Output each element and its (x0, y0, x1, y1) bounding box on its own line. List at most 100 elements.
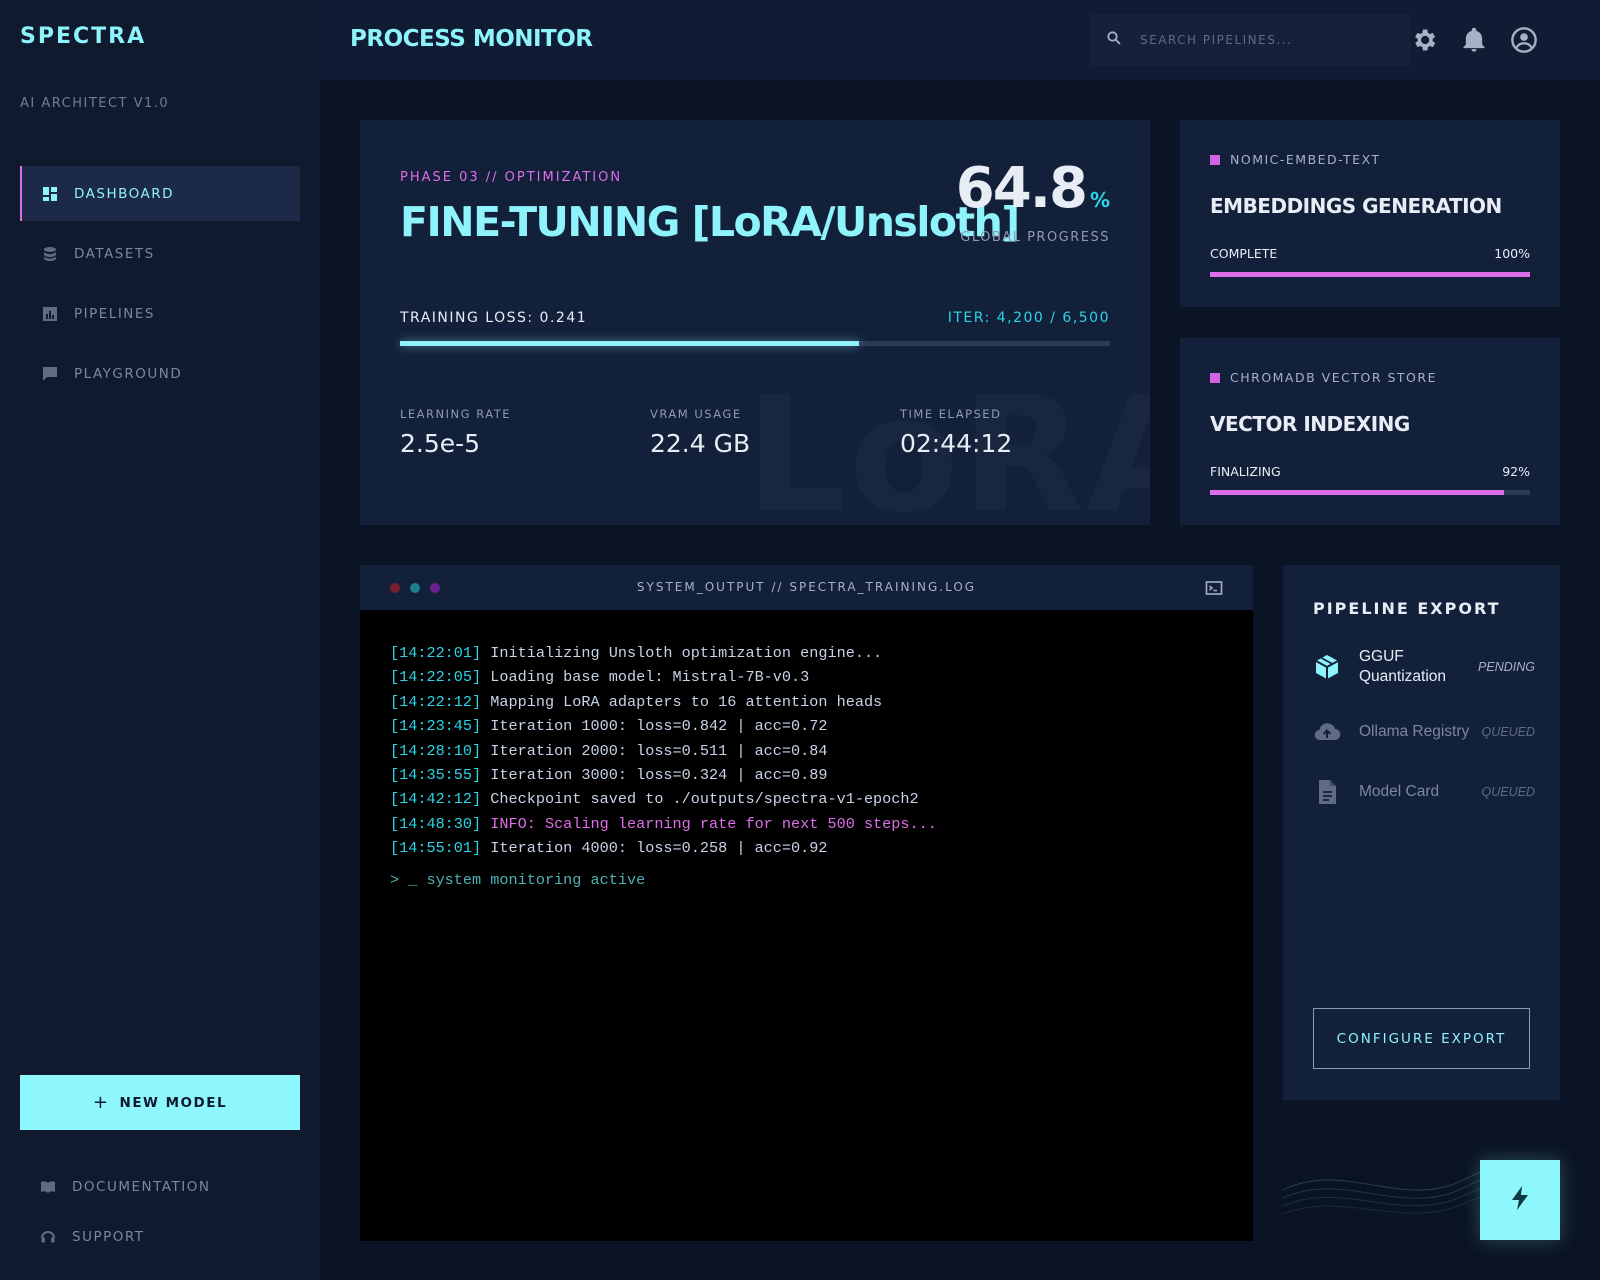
top-header: PROCESS MONITOR (320, 0, 1600, 80)
documentation-link[interactable]: DOCUMENTATION (40, 1176, 210, 1198)
terminal-prompt[interactable]: > _ system monitoring active (390, 871, 937, 889)
log-timestamp: [14:22:01] (390, 644, 482, 662)
export-item-name: Ollama Registry (1359, 723, 1470, 740)
card-tag: NOMIC-EMBED-TEXT (1210, 152, 1381, 167)
sidebar-item-dashboard[interactable]: DASHBOARD (20, 166, 300, 221)
version-label: AI ARCHITECT V1.0 (20, 96, 170, 111)
phase-label: PHASE 03 // OPTIMIZATION (400, 170, 623, 185)
log-line: [14:22:01] Initializing Unsloth optimiza… (390, 641, 937, 665)
training-progress-fill (400, 341, 859, 346)
export-item-model-card[interactable]: Model Card QUEUED (1313, 778, 1535, 806)
sidebar-item-label: DASHBOARD (74, 185, 175, 202)
log-message: Iteration 3000: loss=0.324 | acc=0.89 (490, 766, 828, 785)
sidebar-footer: DOCUMENTATION SUPPORT (40, 1176, 210, 1276)
embeddings-card: NOMIC-EMBED-TEXT EMBEDDINGS GENERATION C… (1180, 120, 1560, 307)
metric-label: VRAM USAGE (650, 407, 742, 421)
log-message: Mapping LoRA adapters to 16 attention he… (490, 692, 883, 711)
page-title: PROCESS MONITOR (350, 26, 593, 52)
sidebar-item-pipelines[interactable]: PIPELINES (20, 286, 300, 341)
configure-export-button[interactable]: CONFIGURE EXPORT (1313, 1008, 1530, 1069)
square-marker-icon (1210, 372, 1220, 383)
chat-icon (42, 366, 58, 382)
percent-sign: % (1089, 188, 1110, 212)
bar-chart-icon (42, 306, 58, 322)
log-timestamp: [14:48:30] (390, 814, 482, 833)
log-timestamp: [14:22:12] (390, 692, 482, 711)
log-terminal[interactable]: SYSTEM_OUTPUT // SPECTRA_TRAINING.LOG [1… (360, 565, 1253, 1241)
export-item-status: PENDING (1478, 660, 1535, 674)
document-icon (1313, 778, 1341, 806)
terminal-title: SYSTEM_OUTPUT // SPECTRA_TRAINING.LOG (636, 580, 977, 594)
log-lines: [14:22:01] Initializing Unsloth optimiza… (390, 641, 937, 861)
log-line: [14:48:30] INFO: Scaling learning rate f… (390, 812, 937, 836)
square-marker-icon (1210, 154, 1220, 165)
log-message: Iteration 2000: loss=0.511 | acc=0.84 (490, 741, 828, 760)
card-title: EMBEDDINGS GENERATION (1210, 194, 1502, 218)
search-box[interactable] (1090, 14, 1410, 66)
export-item-name: GGUF Quantization (1359, 648, 1447, 685)
export-item-ollama[interactable]: Ollama Registry QUEUED (1313, 718, 1535, 746)
log-timestamp: [14:23:45] (390, 717, 482, 736)
log-message: Iteration 4000: loss=0.258 | acc=0.92 (490, 839, 828, 858)
pipeline-export-panel: PIPELINE EXPORT GGUF Quantization PENDIN… (1283, 565, 1560, 1100)
log-timestamp: [14:22:05] (390, 668, 482, 687)
sidebar-item-playground[interactable]: PLAYGROUND (20, 346, 300, 401)
metric-vram-usage: VRAM USAGE 22.4 GB (650, 407, 750, 458)
card-progress-fill (1210, 490, 1505, 495)
export-item-gguf[interactable]: GGUF Quantization PENDING (1313, 647, 1535, 687)
global-progress-label: GLOBAL PROGRESS (960, 230, 1110, 245)
export-item-status: QUEUED (1481, 725, 1535, 739)
sidebar-item-label: PIPELINES (74, 305, 155, 322)
brand-logo[interactable]: SPECTRA (20, 24, 146, 49)
log-line: [14:28:10] Iteration 2000: loss=0.511 | … (390, 739, 937, 763)
vector-indexing-card: CHROMADB VECTOR STORE VECTOR INDEXING FI… (1180, 338, 1560, 525)
card-tag-label: CHROMADB VECTOR STORE (1230, 370, 1437, 385)
support-label: SUPPORT (72, 1229, 145, 1245)
search-input[interactable] (1140, 33, 1400, 47)
export-title: PIPELINE EXPORT (1313, 599, 1501, 618)
metric-time-elapsed: TIME ELAPSED 02:44:12 (900, 407, 1012, 458)
export-item-name: Model Card (1359, 783, 1440, 800)
account-icon[interactable] (1510, 26, 1538, 54)
search-icon (1106, 30, 1140, 51)
fine-tuning-card: LoRA PHASE 03 // OPTIMIZATION FINE-TUNIN… (360, 120, 1150, 525)
log-line: [14:42:12] Checkpoint saved to ./outputs… (390, 787, 937, 811)
log-message: Iteration 1000: loss=0.842 | acc=0.72 (490, 717, 828, 736)
card-tag: CHROMADB VECTOR STORE (1210, 370, 1437, 385)
metric-value: 02:44:12 (900, 429, 1013, 458)
global-progress-number: 64.8 (955, 156, 1088, 221)
terminal-body: [14:22:01] Initializing Unsloth optimiza… (390, 641, 937, 889)
card-progress-bar (1210, 490, 1530, 495)
book-icon (40, 1179, 56, 1195)
training-progress-bar (400, 341, 1110, 346)
support-link[interactable]: SUPPORT (40, 1226, 210, 1248)
terminal-icon[interactable] (1205, 579, 1223, 597)
job-title: FINE-TUNING [LoRA/Unsloth] (400, 198, 1020, 246)
bolt-icon (1506, 1184, 1534, 1217)
sidebar-item-datasets[interactable]: DATASETS (20, 226, 300, 281)
metric-value: 22.4 GB (650, 429, 751, 458)
log-timestamp: [14:28:10] (390, 741, 482, 760)
new-model-button[interactable]: + NEW MODEL (20, 1075, 300, 1130)
card-state: FINALIZING (1210, 464, 1281, 479)
log-timestamp: [14:55:01] (390, 839, 482, 858)
bell-icon[interactable] (1460, 26, 1488, 54)
terminal-title-bar: SYSTEM_OUTPUT // SPECTRA_TRAINING.LOG (360, 565, 1253, 610)
sidebar-nav: DASHBOARD DATASETS PIPELINES PLAYGROUND (20, 166, 300, 406)
card-progress-fill (1210, 272, 1530, 277)
log-line: [14:22:12] Mapping LoRA adapters to 16 a… (390, 690, 937, 714)
settings-icon[interactable] (1410, 26, 1438, 54)
card-percent: 100% (1494, 246, 1530, 261)
log-message: INFO: Scaling learning rate for next 500… (490, 814, 937, 833)
headset-icon (40, 1229, 56, 1245)
metric-value: 2.5e-5 (400, 429, 481, 458)
sidebar-item-label: DATASETS (74, 245, 155, 262)
log-line: [14:55:01] Iteration 4000: loss=0.258 | … (390, 836, 937, 860)
quick-action-button[interactable] (1480, 1160, 1560, 1240)
card-title: VECTOR INDEXING (1210, 412, 1410, 436)
dashboard-icon (42, 186, 58, 202)
export-item-status: QUEUED (1481, 785, 1535, 799)
global-progress-value: 64.8% (956, 156, 1110, 221)
sidebar-item-label: PLAYGROUND (74, 365, 183, 382)
database-icon (42, 246, 58, 262)
